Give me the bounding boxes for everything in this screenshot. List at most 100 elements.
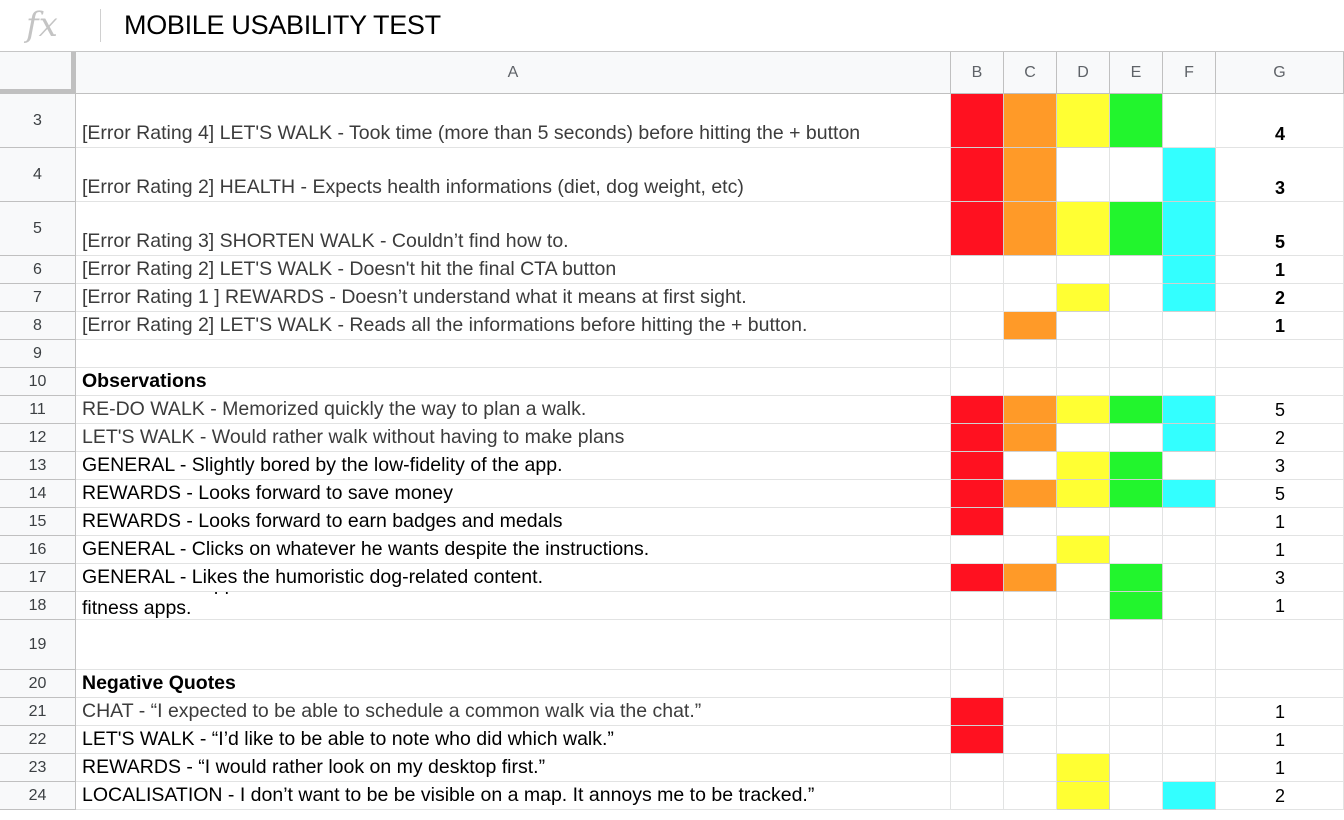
color-cell-b[interactable] (951, 340, 1004, 368)
color-cell-e[interactable] (1110, 754, 1163, 782)
color-cell-b[interactable] (951, 536, 1004, 564)
cell-g-score[interactable]: 3 (1216, 452, 1344, 480)
color-cell-b[interactable] (951, 592, 1004, 620)
color-cell-e-green[interactable] (1110, 480, 1163, 508)
color-cell-e[interactable] (1110, 782, 1163, 810)
column-header-d[interactable]: D (1057, 52, 1110, 94)
color-cell-c-orange[interactable] (1004, 480, 1057, 508)
cell-g-score[interactable] (1216, 620, 1344, 670)
color-cell-f[interactable] (1163, 592, 1216, 620)
column-header-g[interactable]: G (1216, 52, 1344, 94)
color-cell-f-cyan[interactable] (1163, 424, 1216, 452)
color-cell-c-orange[interactable] (1004, 148, 1057, 202)
row-number[interactable]: 24 (0, 782, 76, 810)
row-number[interactable]: 8 (0, 312, 76, 340)
color-cell-e-green[interactable] (1110, 592, 1163, 620)
color-cell-d[interactable] (1057, 698, 1110, 726)
cell-g-score[interactable]: 1 (1216, 698, 1344, 726)
color-cell-d[interactable] (1057, 148, 1110, 202)
color-cell-c-orange[interactable] (1004, 564, 1057, 592)
color-cell-e-green[interactable] (1110, 452, 1163, 480)
row-number[interactable]: 9 (0, 340, 76, 368)
row-number[interactable]: 18 (0, 592, 76, 620)
color-cell-c[interactable] (1004, 340, 1057, 368)
color-cell-f[interactable] (1163, 340, 1216, 368)
color-cell-b-red[interactable] (951, 564, 1004, 592)
cell-a[interactable]: GENERAL - Slightly bored by the low-fide… (76, 452, 951, 480)
color-cell-c[interactable] (1004, 726, 1057, 754)
cell-g-score[interactable]: 2 (1216, 284, 1344, 312)
color-cell-b-red[interactable] (951, 698, 1004, 726)
color-cell-c[interactable] (1004, 536, 1057, 564)
row-number[interactable]: 22 (0, 726, 76, 754)
color-cell-e[interactable] (1110, 424, 1163, 452)
color-cell-c[interactable] (1004, 620, 1057, 670)
cell-a[interactable] (76, 340, 951, 368)
color-cell-f-cyan[interactable] (1163, 202, 1216, 256)
row-number[interactable]: 16 (0, 536, 76, 564)
color-cell-e[interactable] (1110, 368, 1163, 396)
color-cell-f[interactable] (1163, 698, 1216, 726)
cell-a[interactable] (76, 620, 951, 670)
cell-a[interactable]: [Error Rating 3] SHORTEN WALK - Couldn’t… (76, 202, 951, 256)
cell-a[interactable]: Negative Quotes (76, 670, 951, 698)
color-cell-c[interactable] (1004, 670, 1057, 698)
color-cell-c[interactable] (1004, 754, 1057, 782)
row-number[interactable]: 6 (0, 256, 76, 284)
color-cell-f[interactable] (1163, 368, 1216, 396)
cell-g-score[interactable]: 1 (1216, 312, 1344, 340)
color-cell-c[interactable] (1004, 592, 1057, 620)
color-cell-c-orange[interactable] (1004, 202, 1057, 256)
color-cell-f-cyan[interactable] (1163, 284, 1216, 312)
color-cell-e[interactable] (1110, 312, 1163, 340)
color-cell-b-red[interactable] (951, 726, 1004, 754)
color-cell-f-cyan[interactable] (1163, 782, 1216, 810)
color-cell-f[interactable] (1163, 94, 1216, 148)
color-cell-f[interactable] (1163, 564, 1216, 592)
color-cell-c-orange[interactable] (1004, 396, 1057, 424)
column-header-c[interactable]: C (1004, 52, 1057, 94)
color-cell-c[interactable] (1004, 698, 1057, 726)
row-number[interactable]: 19 (0, 620, 76, 670)
cell-a[interactable]: [Error Rating 2] LET'S WALK - Doesn't hi… (76, 256, 951, 284)
cell-g-score[interactable]: 4 (1216, 94, 1344, 148)
cell-g-score[interactable]: 1 (1216, 592, 1344, 620)
color-cell-b[interactable] (951, 670, 1004, 698)
row-number[interactable]: 12 (0, 424, 76, 452)
cell-a[interactable]: CHAT - “I expected to be able to schedul… (76, 698, 951, 726)
formula-input[interactable]: MOBILE USABILITY TEST (124, 9, 441, 41)
color-cell-f[interactable] (1163, 726, 1216, 754)
color-cell-b[interactable] (951, 754, 1004, 782)
color-cell-f-cyan[interactable] (1163, 480, 1216, 508)
color-cell-f-cyan[interactable] (1163, 148, 1216, 202)
cell-g-score[interactable]: 3 (1216, 148, 1344, 202)
cell-g-score[interactable]: 1 (1216, 754, 1344, 782)
color-cell-b-red[interactable] (951, 452, 1004, 480)
column-header-a[interactable]: A (76, 52, 951, 94)
color-cell-b[interactable] (951, 782, 1004, 810)
color-cell-f[interactable] (1163, 754, 1216, 782)
row-number[interactable]: 3 (0, 94, 76, 148)
cell-a[interactable]: REWARDS - Looks forward to earn badges a… (76, 508, 951, 536)
color-cell-c-orange[interactable] (1004, 94, 1057, 148)
color-cell-e[interactable] (1110, 340, 1163, 368)
row-number[interactable]: 14 (0, 480, 76, 508)
column-header-e[interactable]: E (1110, 52, 1163, 94)
color-cell-d-yellow[interactable] (1057, 396, 1110, 424)
color-cell-e-green[interactable] (1110, 396, 1163, 424)
color-cell-e-green[interactable] (1110, 202, 1163, 256)
color-cell-d[interactable] (1057, 620, 1110, 670)
cell-a[interactable]: [Error Rating 2] HEALTH - Expects health… (76, 148, 951, 202)
color-cell-c[interactable] (1004, 452, 1057, 480)
cell-g-score[interactable]: 5 (1216, 480, 1344, 508)
color-cell-c[interactable] (1004, 368, 1057, 396)
row-number[interactable]: 13 (0, 452, 76, 480)
color-cell-d-yellow[interactable] (1057, 782, 1110, 810)
color-cell-e[interactable] (1110, 726, 1163, 754)
color-cell-e[interactable] (1110, 670, 1163, 698)
color-cell-b[interactable] (951, 284, 1004, 312)
cell-g-score[interactable]: 1 (1216, 256, 1344, 284)
color-cell-c-orange[interactable] (1004, 312, 1057, 340)
color-cell-c[interactable] (1004, 782, 1057, 810)
row-number[interactable]: 11 (0, 396, 76, 424)
